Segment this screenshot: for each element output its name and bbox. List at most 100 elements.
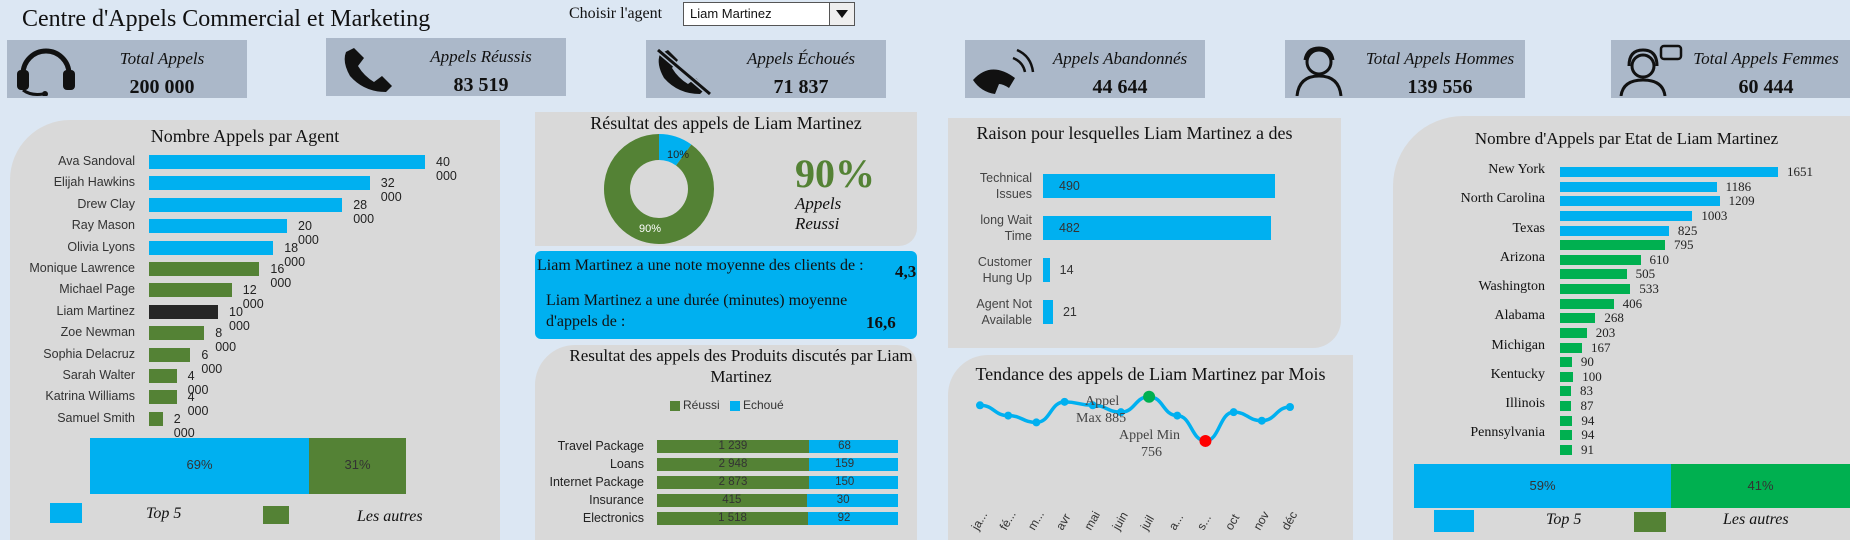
agent-label: Katrina Williams (45, 389, 135, 404)
kpi-value: 44 644 (1092, 76, 1148, 98)
state-bar (1560, 181, 1717, 192)
states-share-top5-label: 59% (1529, 478, 1556, 493)
trend-point (1004, 411, 1013, 420)
agents-chart-title: Nombre Appels par Agent (150, 126, 340, 146)
kpi-label: Total Appels Hommes (1365, 49, 1515, 68)
legend-label-top5: Top 5 (146, 505, 182, 522)
kpi-value: 139 556 (1407, 76, 1473, 98)
agent-label: Liam Martinez (56, 303, 136, 318)
trend-x-tick: nov (1250, 509, 1272, 533)
trend-x-tick: déc (1278, 509, 1300, 533)
kpi-abandoned-calls: Appels Abandonnés 44 644 (965, 40, 1205, 98)
legend-label-others: Les autres (357, 508, 423, 525)
agent-dropdown-value: Liam Martinez (690, 6, 772, 21)
legend-label-success: Réussi (683, 398, 720, 412)
reason-bar (1043, 258, 1050, 282)
state-bar (1560, 225, 1669, 236)
agents-share-top5-label: 69% (186, 457, 213, 472)
state-value-label: 825 (1677, 222, 1698, 238)
product-value-success: 1 239 (718, 440, 748, 452)
donut-label-failed: 10% (667, 149, 689, 161)
kpi-label: Appels Réussis (430, 47, 532, 66)
agent-dropdown[interactable]: Liam Martinez (683, 2, 855, 26)
agent-value-label: 16 000 (270, 262, 292, 290)
state-bar (1560, 444, 1573, 455)
state-value-label: 268 (1604, 310, 1624, 326)
phone-ringing-icon (973, 48, 1035, 94)
trend-x-tick: oct (1222, 511, 1242, 532)
agent-label: Elijah Hawkins (53, 175, 135, 190)
product-value-failed: 159 (834, 458, 855, 470)
agent-label: Zoe Newman (60, 325, 135, 340)
product-label: Electronics (582, 511, 644, 525)
product-value-failed: 30 (836, 494, 850, 506)
success-rate-caption: Appels Reussi (795, 194, 842, 233)
trend-point (1032, 418, 1041, 427)
state-value-label: 91 (1581, 441, 1595, 457)
trend-x-tick: mai (1081, 509, 1103, 533)
state-bar (1560, 313, 1596, 324)
state-value-label: 1003 (1701, 207, 1728, 223)
agent-bar (149, 219, 287, 234)
state-value-label: 533 (1639, 281, 1659, 297)
reason-label: Technical Issues (979, 171, 1032, 201)
product-label: Travel Package (557, 439, 644, 453)
state-label: Washington (1478, 279, 1545, 295)
chevron-down-icon[interactable] (829, 3, 854, 25)
trend-x-tick: avr (1053, 511, 1073, 532)
state-label: Alabama (1494, 308, 1545, 324)
state-bar (1560, 371, 1574, 382)
state-bar (1560, 284, 1631, 295)
state-value-label: 100 (1582, 368, 1602, 384)
trend-line-chart: ja... fé... m... avr mai juin juil a... s... oct n… (968, 390, 1300, 533)
state-value-label: 87 (1580, 398, 1594, 414)
states-legend-label-others: Les autres (1723, 511, 1789, 528)
product-label: Insurance (589, 493, 644, 507)
agent-label: Samuel Smith (57, 410, 135, 425)
agent-bar (149, 347, 191, 362)
success-rate-headline: 90% (795, 151, 875, 196)
state-bar (1560, 298, 1614, 309)
kpi-label: Appels Échoués (746, 49, 856, 68)
reason-bar (1043, 300, 1053, 324)
rating-text: Liam Martinez a une note moyenne des cli… (537, 257, 864, 274)
agent-bar (149, 262, 260, 276)
reasons-chart-title: Raison pour lesquelles Liam Martinez a d… (976, 123, 1293, 143)
state-bar (1560, 240, 1665, 251)
state-label: Illinois (1505, 396, 1545, 412)
product-value-success: 1 518 (718, 512, 747, 524)
kpi-value: 71 837 (773, 76, 829, 98)
female-agent-icon (1619, 44, 1683, 96)
agent-bar (149, 369, 177, 383)
product-value-success: 415 (722, 494, 742, 506)
legend-swatch-success (670, 401, 680, 411)
state-label: Kentucky (1490, 366, 1545, 382)
agent-value-label: 32 000 (380, 176, 402, 205)
states-legend-label-top5: Top 5 (1546, 511, 1582, 528)
trend-point (1286, 403, 1294, 411)
state-label: Pennsylvania (1470, 425, 1545, 441)
agent-label: Drew Clay (77, 196, 135, 211)
agent-bar (149, 304, 218, 319)
kpi-female-calls: Total Appels Femmes 60 444 (1611, 40, 1850, 98)
agent-label: Sophia Delacruz (43, 346, 135, 361)
agent-value-label: 2 000 (173, 411, 195, 440)
product-value-failed: 92 (837, 512, 851, 524)
trend-point (1257, 416, 1266, 425)
state-value-label: 406 (1622, 295, 1643, 311)
reason-value-label: 482 (1059, 221, 1080, 235)
reason-value-label: 21 (1062, 305, 1077, 319)
reason-label: Customer Hung Up (977, 255, 1032, 285)
legend-swatch-top5 (50, 503, 82, 523)
state-value-label: 795 (1673, 237, 1694, 253)
state-value-label: 1651 (1787, 164, 1813, 179)
agent-value-label: 28 000 (353, 197, 375, 226)
state-bar (1560, 269, 1627, 280)
reason-label: long Wait Time (980, 213, 1032, 243)
trend-x-tick: s... (1194, 512, 1214, 533)
state-value-label: 610 (1649, 251, 1670, 267)
kpi-value: 200 000 (129, 76, 195, 98)
state-bar (1560, 401, 1572, 412)
kpi-male-calls: Total Appels Hommes 139 556 (1285, 40, 1525, 98)
rating-value: 4,3 (895, 262, 917, 281)
